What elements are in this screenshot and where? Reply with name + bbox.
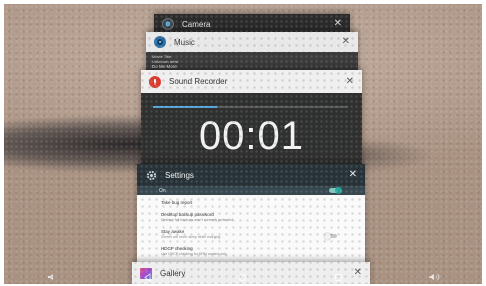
setting-subtitle: Desktop full backups aren't currently pr… xyxy=(161,218,233,222)
developer-options-on-label: On xyxy=(159,187,166,194)
settings-title: Settings xyxy=(165,170,194,180)
stay-awake-toggle[interactable] xyxy=(324,232,337,240)
setting-subtitle: Screen will never sleep while charging xyxy=(161,235,221,239)
close-music-icon[interactable]: ✕ xyxy=(342,37,350,47)
close-sound-recorder-icon[interactable]: ✕ xyxy=(346,76,354,87)
volume-up-icon[interactable] xyxy=(427,271,441,283)
card-header-settings: Settings ✕ xyxy=(137,164,365,186)
music-app-icon xyxy=(154,36,166,48)
recording-timer: 00:01 xyxy=(198,114,305,158)
camera-app-icon xyxy=(162,18,174,30)
setting-take-bug-report[interactable]: Take bug report xyxy=(161,200,192,205)
recents-screen: Camera ✕ Music ✕ Movie Title Unknown art… xyxy=(4,4,482,284)
card-header-camera: Camera ✕ xyxy=(154,14,350,34)
setting-hdcp-checking[interactable]: HDCP checking Use HDCP checking for DRM … xyxy=(161,246,227,256)
recording-progress-bar xyxy=(153,106,348,108)
setting-title: Take bug report xyxy=(161,200,193,205)
music-track-name: Do Me More xyxy=(152,64,177,69)
sound-recorder-title: Sound Recorder xyxy=(169,77,228,86)
recording-progress-fill xyxy=(153,106,218,108)
setting-title: HDCP checking xyxy=(161,246,193,251)
camera-title: Camera xyxy=(182,19,211,29)
developer-options-switch-bar[interactable]: On xyxy=(137,186,365,195)
close-camera-icon[interactable]: ✕ xyxy=(334,19,342,29)
music-title: Music xyxy=(174,37,195,47)
setting-desktop-backup-password[interactable]: Desktop backup password Desktop full bac… xyxy=(161,212,233,222)
recent-apps-icon[interactable] xyxy=(332,271,346,283)
setting-stay-awake[interactable]: Stay awake Screen will never sleep while… xyxy=(161,229,220,239)
setting-title: Stay awake xyxy=(161,229,185,234)
card-header-sound-recorder: Sound Recorder ✕ xyxy=(141,70,362,93)
developer-options-toggle[interactable] xyxy=(329,187,342,194)
recent-card-settings[interactable]: Settings ✕ On Take bug report Desktop ba… xyxy=(137,164,365,268)
setting-subtitle: Use HDCP checking for DRM content only xyxy=(161,252,227,256)
music-now-playing: Movie Title Unknown artist xyxy=(152,54,178,64)
back-icon[interactable] xyxy=(140,271,154,283)
volume-down-icon[interactable] xyxy=(45,271,59,283)
microphone-app-icon xyxy=(149,75,161,88)
card-header-music: Music ✕ xyxy=(146,32,358,52)
recent-card-sound-recorder[interactable]: Sound Recorder ✕ 00:01 xyxy=(141,70,362,174)
gear-icon xyxy=(145,169,157,181)
setting-title: Desktop backup password xyxy=(161,212,214,217)
navigation-bar xyxy=(4,270,482,284)
close-settings-icon[interactable]: ✕ xyxy=(349,170,357,180)
home-icon[interactable] xyxy=(236,271,250,283)
